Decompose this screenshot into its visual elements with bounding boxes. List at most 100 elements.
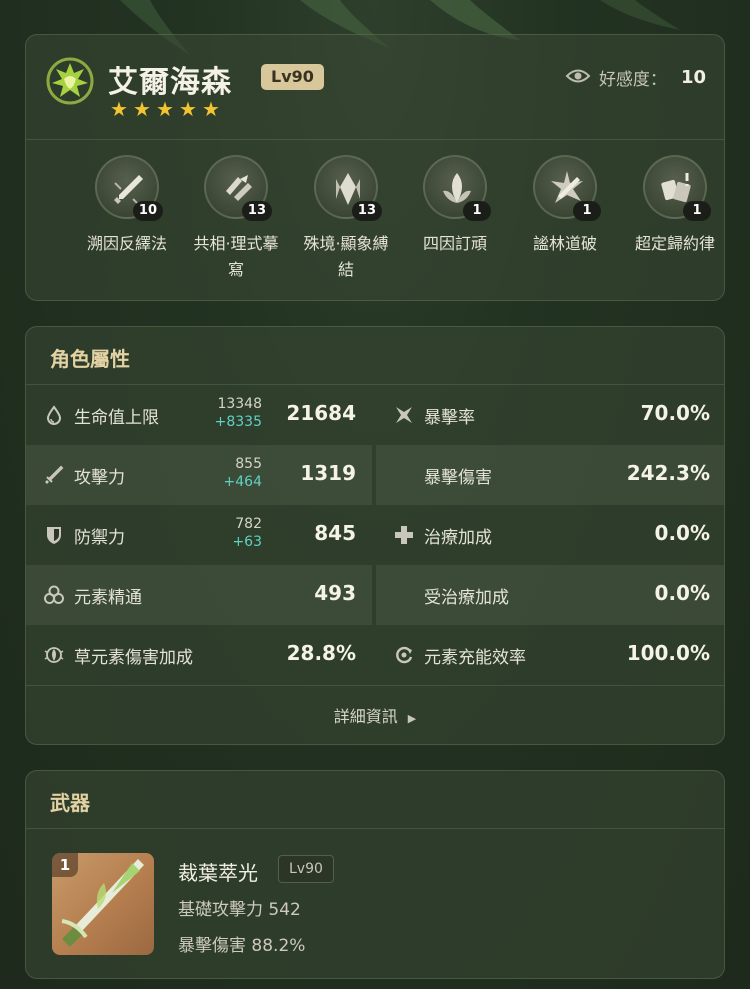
attribute-label: 草元素傷害加成 bbox=[74, 648, 193, 668]
attributes-card: 角色屬性 生命值上限 13348 +8335 21684 暴擊率 70.0% 攻… bbox=[25, 326, 725, 745]
attribute-label: 暴擊傷害 bbox=[424, 468, 492, 488]
attribute-total: 70.0% bbox=[640, 401, 710, 425]
star-icon: ★ bbox=[202, 97, 220, 121]
attribute-row: 元素精通 493 受治療加成 0.0% bbox=[26, 565, 724, 625]
talent-label-line: 溯因反繹法 bbox=[86, 234, 167, 253]
weapon-level-badge: Lv90 bbox=[278, 855, 334, 883]
talent-label-line: 殊境·顯象縛 bbox=[303, 234, 389, 253]
attribute-atk: 攻擊力 855 +464 1319 bbox=[26, 445, 372, 505]
star-icon: ★ bbox=[110, 97, 128, 121]
attributes-title: 角色屬性 bbox=[50, 347, 130, 371]
attribute-total: 0.0% bbox=[654, 581, 710, 605]
attribute-total: 28.8% bbox=[286, 641, 356, 665]
weapon-image[interactable]: 1 bbox=[52, 853, 154, 955]
talent-label: 殊境·顯象縛 結 bbox=[291, 231, 401, 283]
attribute-label: 生命值上限 bbox=[74, 408, 159, 428]
attribute-total: 845 bbox=[314, 521, 356, 545]
talent-item[interactable]: 1 四因訂頑 bbox=[400, 155, 510, 257]
talent-label-line: 超定歸約律 bbox=[634, 234, 715, 253]
crystal-icon: 13 bbox=[314, 155, 382, 221]
attribute-healing-bonus: 治療加成 0.0% bbox=[376, 505, 724, 565]
talent-label-line: 共相·理式摹 bbox=[193, 234, 279, 253]
dendro-icon bbox=[44, 647, 64, 663]
divider bbox=[26, 685, 724, 686]
character-level-badge: Lv90 bbox=[261, 64, 324, 90]
talent-item[interactable]: 13 共相·理式摹 寫 bbox=[181, 155, 291, 283]
talent-item[interactable]: 10 溯因反繹法 bbox=[72, 155, 182, 257]
dendro-element-icon bbox=[44, 55, 96, 107]
attribute-em: 元素精通 493 bbox=[26, 565, 372, 625]
attribute-total: 0.0% bbox=[654, 521, 710, 545]
talent-level-badge: 10 bbox=[132, 201, 163, 221]
weapon-card: 武器 1 裁葉萃光 Lv90 基礎攻擊力 542 暴擊傷害 88.2% bbox=[25, 770, 725, 979]
talent-label: 謐林道破 bbox=[510, 231, 620, 257]
talent-list: 10 溯因反繹法 13 共相·理式摹 寫 13 殊境·顯象縛 結 1 四因訂頑 … bbox=[26, 155, 726, 295]
star-icon: ★ bbox=[156, 97, 174, 121]
attribute-crit-dmg: 暴擊傷害 242.3% bbox=[376, 445, 724, 505]
talent-level-badge: 13 bbox=[241, 201, 272, 221]
shield-icon bbox=[47, 527, 61, 544]
attribute-total: 21684 bbox=[286, 401, 356, 425]
talent-label: 四因訂頑 bbox=[400, 231, 510, 257]
friendship-label: 好感度： bbox=[598, 70, 667, 90]
talent-item[interactable]: 1 謐林道破 bbox=[510, 155, 620, 257]
attribute-hp: 生命值上限 13348 +8335 21684 bbox=[26, 385, 372, 445]
talent-item[interactable]: 1 超定歸約律 bbox=[620, 155, 730, 257]
character-name: 艾爾海森 bbox=[108, 65, 232, 100]
attributes-grid: 生命值上限 13348 +8335 21684 暴擊率 70.0% 攻擊力 85… bbox=[26, 385, 724, 685]
divider bbox=[26, 828, 724, 829]
attribute-bonus-value: +464 bbox=[223, 474, 262, 490]
chevron-right-icon: ▶ bbox=[407, 712, 417, 725]
attribute-row: 攻擊力 855 +464 1319 暴擊傷害 242.3% bbox=[26, 445, 724, 505]
attribute-row: 防禦力 782 +63 845 治療加成 0.0% bbox=[26, 505, 724, 565]
attribute-crit-rate: 暴擊率 70.0% bbox=[376, 385, 724, 445]
details-link[interactable]: 詳細資訊 ▶ bbox=[26, 687, 724, 744]
attribute-base: 13348 +8335 bbox=[182, 395, 262, 431]
attribute-incoming-healing: 受治療加成 0.0% bbox=[376, 565, 724, 625]
attribute-bonus-value: +63 bbox=[232, 534, 262, 550]
leaf-cards-icon: 13 bbox=[204, 155, 272, 221]
friendship-level: 好感度： 10 bbox=[565, 65, 706, 90]
attribute-bonus-value: +8335 bbox=[214, 414, 262, 430]
crit-rate-icon bbox=[396, 407, 412, 423]
sword-burst-icon: 1 bbox=[533, 155, 601, 221]
talent-label: 共相·理式摹 寫 bbox=[181, 231, 291, 283]
rarity-stars: ★ ★ ★ ★ ★ bbox=[110, 99, 222, 119]
talent-label-line: 寫 bbox=[227, 260, 244, 279]
attribute-label: 受治療加成 bbox=[424, 588, 509, 608]
attribute-label: 元素精通 bbox=[74, 588, 142, 608]
attribute-label: 暴擊率 bbox=[424, 408, 475, 428]
talent-level-badge: 1 bbox=[573, 201, 601, 221]
weapon-base-atk: 基礎攻擊力 542 bbox=[178, 900, 301, 920]
talent-label-line: 四因訂頑 bbox=[422, 234, 487, 253]
energy-recharge-icon bbox=[396, 646, 413, 664]
attribute-dendro-dmg: 草元素傷害加成 28.8% bbox=[26, 625, 372, 685]
star-icon: ★ bbox=[179, 97, 197, 121]
cards-icon: 1 bbox=[643, 155, 711, 221]
talent-item[interactable]: 13 殊境·顯象縛 結 bbox=[291, 155, 401, 283]
attribute-energy-recharge: 元素充能效率 100.0% bbox=[376, 625, 724, 685]
character-card: 艾爾海森 Lv90 ★ ★ ★ ★ ★ 好感度： 10 10 溯因反繹法 13 … bbox=[25, 34, 725, 301]
attribute-label: 攻擊力 bbox=[74, 468, 125, 488]
leaf-emblem-icon: 1 bbox=[423, 155, 491, 221]
talent-label-line: 謐林道破 bbox=[532, 234, 597, 253]
weapon-substat: 暴擊傷害 88.2% bbox=[178, 936, 306, 956]
attribute-row: 生命值上限 13348 +8335 21684 暴擊率 70.0% bbox=[26, 385, 724, 445]
talent-level-badge: 1 bbox=[463, 201, 491, 221]
attribute-total: 100.0% bbox=[626, 641, 710, 665]
friendship-value: 10 bbox=[680, 67, 706, 88]
talent-label-line: 結 bbox=[337, 260, 354, 279]
weapon-section-title: 武器 bbox=[50, 791, 90, 815]
em-circles-icon bbox=[44, 585, 64, 604]
attribute-base-value: 13348 bbox=[217, 396, 262, 412]
sword-icon: 10 bbox=[95, 155, 163, 221]
attribute-base-value: 782 bbox=[235, 516, 262, 532]
attribute-def: 防禦力 782 +63 845 bbox=[26, 505, 372, 565]
attribute-label: 元素充能效率 bbox=[424, 648, 526, 668]
plus-cross-icon bbox=[395, 526, 413, 544]
friendship-icon bbox=[565, 67, 591, 89]
attribute-label: 治療加成 bbox=[424, 528, 492, 548]
talent-label: 溯因反繹法 bbox=[72, 231, 182, 257]
attribute-total: 242.3% bbox=[626, 461, 710, 485]
attribute-row: 草元素傷害加成 28.8% 元素充能效率 100.0% bbox=[26, 625, 724, 685]
